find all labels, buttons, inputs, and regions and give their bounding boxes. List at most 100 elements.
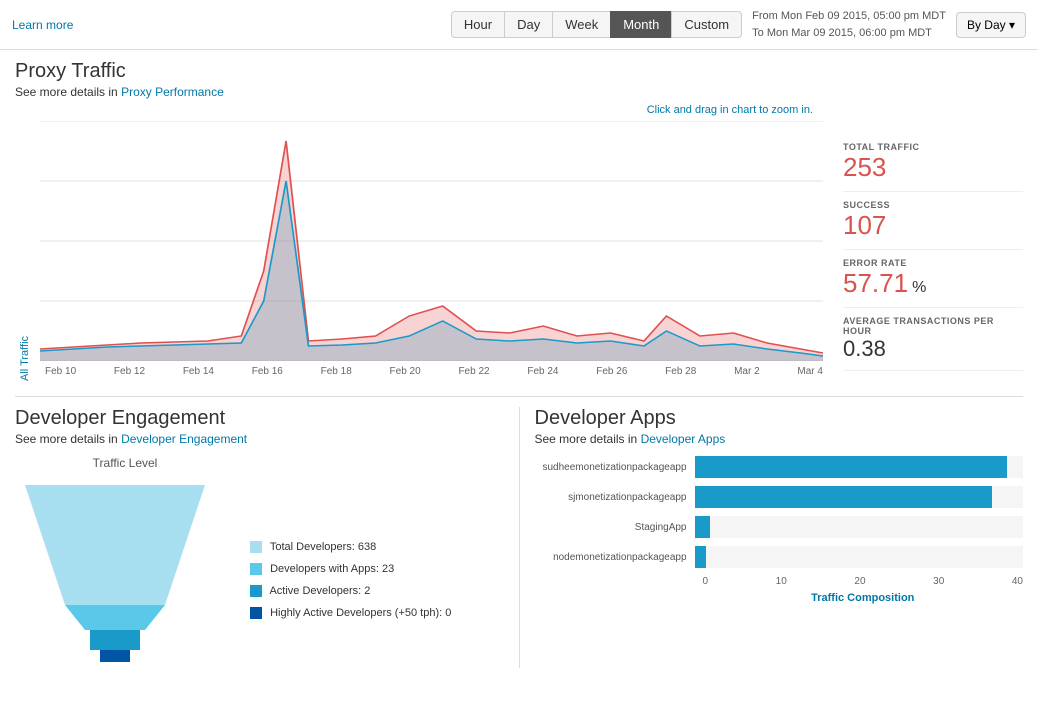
bar-x-title: Traffic Composition [703,592,1024,604]
legend-label-1: Developers with Apps: 23 [270,563,394,575]
error-rate-label: ERROR RATE [843,258,1023,268]
bar-fill-2 [695,516,711,538]
bar-track-3 [695,546,1024,568]
funnel-container: Traffic Level Total [15,456,504,668]
bar-track-2 [695,516,1024,538]
success-value: 107 [843,210,1023,241]
legend-item-0: Total Developers: 638 [250,536,451,558]
error-rate-stat: ERROR RATE 57.71 % [843,250,1023,308]
x-label-7: Feb 24 [527,366,558,377]
funnel-svg-area: Traffic Level [15,456,235,668]
developer-engagement-section: Developer Engagement See more details in… [15,407,520,668]
bottom-sections: Developer Engagement See more details in… [15,396,1023,668]
y-axis-label: All Traffic [15,121,35,381]
legend-label-3: Highly Active Developers (+50 tph): 0 [270,607,451,619]
avg-tph-stat: AVERAGE TRANSACTIONS PER HOUR 0.38 [843,308,1023,371]
total-traffic-label: TOTAL TRAFFIC [843,142,1023,152]
week-button[interactable]: Week [552,11,610,38]
legend-dot-1 [250,563,262,575]
x-axis-labels: Feb 10 Feb 12 Feb 14 Feb 16 Feb 18 Feb 2… [40,366,823,377]
bar-row-1: sjmonetizationpackageapp [535,486,1024,508]
success-label: SUCCESS [843,200,1023,210]
subtitle-prefix: See more details in [15,85,121,99]
dev-engagement-title: Developer Engagement [15,407,504,430]
date-range-line2: To Mon Mar 09 2015, 06:00 pm MDT [752,25,946,42]
developer-apps-section: Developer Apps See more details in Devel… [520,407,1024,668]
hour-button[interactable]: Hour [451,11,504,38]
proxy-performance-link[interactable]: Proxy Performance [121,85,224,99]
bar-label-0: sudheemonetizationpackageapp [535,462,695,473]
success-stat: SUCCESS 107 [843,192,1023,250]
zoom-hint: Click and drag in chart to zoom in. [15,104,823,116]
bar-track-1 [695,486,1024,508]
x-label-4: Feb 18 [321,366,352,377]
legend-dot-0 [250,541,262,553]
bar-row-0: sudheemonetizationpackageapp [535,456,1024,478]
bar-track-0 [695,456,1024,478]
proxy-traffic-area: Click and drag in chart to zoom in. All … [15,104,1023,381]
legend-dot-3 [250,607,262,619]
dev-engagement-prefix: See more details in [15,432,121,446]
x-label-0: Feb 10 [45,366,76,377]
dev-apps-title: Developer Apps [535,407,1024,430]
dev-apps-prefix: See more details in [535,432,641,446]
traffic-level-title: Traffic Level [15,456,235,470]
x-tick-10: 10 [776,576,787,587]
proxy-traffic-subtitle: See more details in Proxy Performance [15,85,1023,99]
custom-button[interactable]: Custom [671,11,742,38]
dev-engagement-subtitle: See more details in Developer Engagement [15,432,504,446]
bar-chart-area: sudheemonetizationpackageapp sjmonetizat… [535,456,1024,604]
dev-engagement-link[interactable]: Developer Engagement [121,432,247,446]
funnel-chart-svg [15,475,215,665]
x-tick-30: 30 [933,576,944,587]
legend-label-0: Total Developers: 638 [270,541,376,553]
bar-fill-1 [695,486,992,508]
x-label-9: Feb 28 [665,366,696,377]
chart-svg-wrapper: 75 50 25 0 [40,121,823,381]
by-day-button[interactable]: By Day ▾ [956,12,1026,38]
time-button-group: Hour Day Week Month Custom [451,11,742,38]
bar-row-2: StagingApp [535,516,1024,538]
dev-apps-link[interactable]: Developer Apps [641,432,726,446]
x-label-8: Feb 26 [596,366,627,377]
legend-item-1: Developers with Apps: 23 [250,558,451,580]
bar-label-2: StagingApp [535,522,695,533]
error-rate-value: 57.71 [843,268,908,299]
proxy-traffic-section: Proxy Traffic See more details in Proxy … [15,60,1023,381]
bar-x-axis: 0 10 20 30 40 [703,576,1024,587]
traffic-chart-container: Click and drag in chart to zoom in. All … [15,104,823,381]
proxy-traffic-title: Proxy Traffic [15,60,1023,83]
error-rate-unit: % [912,279,926,297]
x-label-2: Feb 14 [183,366,214,377]
funnel-legend: Total Developers: 638 Developers with Ap… [235,456,451,668]
chart-area: All Traffic 75 50 25 [15,121,823,381]
x-tick-20: 20 [854,576,865,587]
bar-fill-0 [695,456,1008,478]
traffic-chart-svg[interactable]: 75 50 25 0 [40,121,823,361]
bar-fill-3 [695,546,707,568]
x-label-6: Feb 22 [458,366,489,377]
main-content: Proxy Traffic See more details in Proxy … [0,50,1038,678]
month-button[interactable]: Month [610,11,671,38]
x-label-1: Feb 12 [114,366,145,377]
learn-more-link[interactable]: Learn more [12,18,73,32]
stats-panel: TOTAL TRAFFIC 253 SUCCESS 107 ERROR RATE… [823,104,1023,381]
legend-label-2: Active Developers: 2 [269,585,370,597]
x-label-5: Feb 20 [390,366,421,377]
date-range-line1: From Mon Feb 09 2015, 05:00 pm MDT [752,8,946,25]
x-label-3: Feb 16 [252,366,283,377]
bar-row-3: nodemonetizationpackageapp [535,546,1024,568]
avg-tph-value: 0.38 [843,336,1023,362]
bar-label-3: nodemonetizationpackageapp [535,552,695,563]
bar-label-1: sjmonetizationpackageapp [535,492,695,503]
legend-item-3: Highly Active Developers (+50 tph): 0 [250,602,451,624]
day-button[interactable]: Day [504,11,552,38]
legend-item-2: Active Developers: 2 [250,580,451,602]
x-label-11: Mar 4 [797,366,823,377]
total-traffic-stat: TOTAL TRAFFIC 253 [843,134,1023,192]
x-tick-0: 0 [703,576,709,587]
x-label-10: Mar 2 [734,366,760,377]
header: Learn more Hour Day Week Month Custom Fr… [0,0,1038,50]
legend-dot-2 [250,585,262,597]
date-range: From Mon Feb 09 2015, 05:00 pm MDT To Mo… [752,8,946,41]
